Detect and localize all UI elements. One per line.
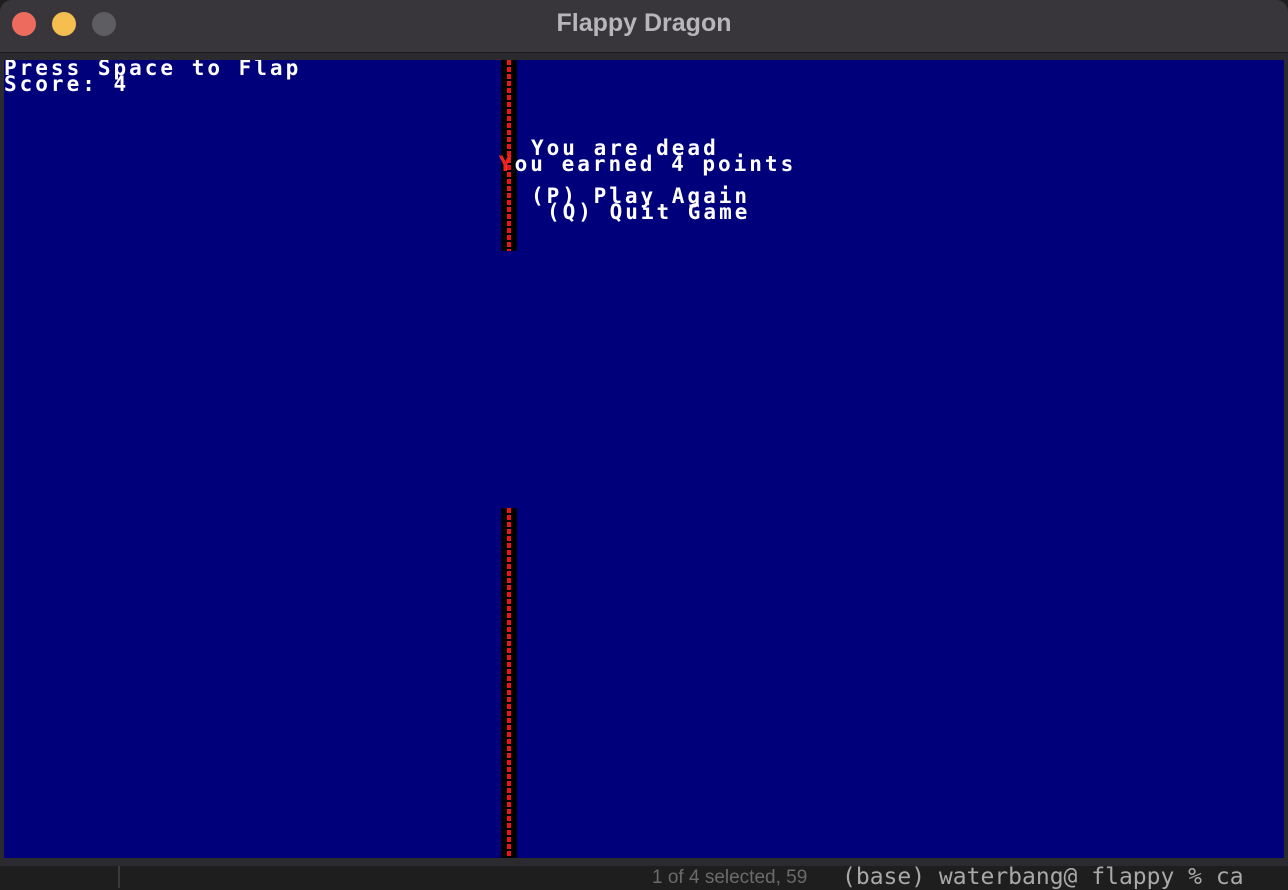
quit-game-option[interactable]: (Q) Quit Game [547, 202, 750, 223]
obstacle-bottom [501, 508, 517, 858]
selection-status: 1 of 4 selected, 59 [652, 867, 808, 888]
score-display: Score: 4 [4, 72, 130, 96]
points-earned-text: You earned 4 points [499, 152, 797, 176]
app-window: Flappy Dragon Press Space to Flap Score:… [0, 0, 1288, 866]
terminal-prompt: (base) waterbang@ flappy % ca [842, 864, 1244, 890]
title-bar[interactable]: Flappy Dragon [0, 0, 1288, 53]
dragon-player-icon: Y [499, 152, 512, 176]
game-canvas[interactable]: Press Space to Flap Score: 4 You are dea… [4, 60, 1284, 858]
background-terminal: 1 of 4 selected, 59 (base) waterbang@ fl… [0, 864, 1288, 890]
window-title: Flappy Dragon [556, 9, 732, 37]
panel-divider [118, 866, 120, 888]
